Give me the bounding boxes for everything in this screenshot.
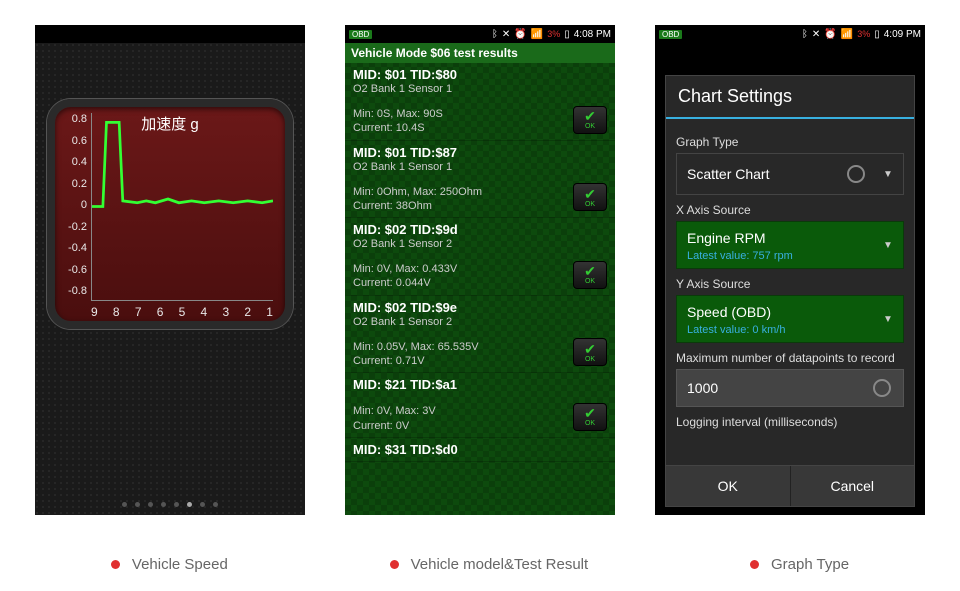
test-results-screen: Vehicle Mode $06 test results MID: $01 T…	[345, 43, 615, 515]
status-bar: OBD ᛒ ✕ ⏰ 📶 3% ▯ 4:09 PM	[655, 25, 925, 43]
x-axis-latest: Latest value: 757 rpm	[687, 250, 863, 262]
test-description: O2 Bank 1 Sensor 2	[353, 238, 607, 250]
graph-type-value: Scatter Chart	[677, 154, 847, 194]
dialog-title: Chart Settings	[666, 76, 914, 119]
y-axis-latest: Latest value: 0 km/h	[687, 324, 863, 336]
x-axis-label: X Axis Source	[676, 203, 904, 217]
chart-screen: 加速度 g 0.80.60.40.20-0.2-0.4-0.6-0.8 9876…	[35, 43, 305, 515]
ok-status-button[interactable]: ✔OK	[573, 261, 607, 289]
check-icon: ✔	[584, 342, 596, 356]
test-result-item[interactable]: MID: $31 TID:$d0	[345, 438, 615, 462]
graph-type-label: Graph Type	[676, 135, 904, 149]
chevron-down-icon: ▼	[873, 169, 903, 180]
page-indicator[interactable]	[122, 502, 218, 507]
bluetooth-icon: ᛒ	[802, 29, 808, 40]
alarm-icon: ⏰	[824, 29, 836, 40]
status-bar: OBD ᛒ ✕ ⏰ 📶 3% ▯ 4:08 PM	[345, 25, 615, 43]
bullet-icon	[111, 560, 120, 569]
test-result-item[interactable]: MID: $21 TID:$a1 Min: 0V, Max: 3VCurrent:…	[345, 373, 615, 438]
test-result-item[interactable]: MID: $01 TID:$87O2 Bank 1 Sensor 1 Min: 0…	[345, 141, 615, 219]
check-icon: ✔	[584, 187, 596, 201]
test-description: O2 Bank 1 Sensor 1	[353, 161, 607, 173]
max-datapoints-value: 1000	[677, 370, 873, 406]
test-mid-tid: MID: $01 TID:$87	[353, 145, 607, 160]
x-axis-select[interactable]: Engine RPM Latest value: 757 rpm ▼	[676, 221, 904, 269]
phone-chart-settings: OBD ᛒ ✕ ⏰ 📶 3% ▯ 4:09 PM Chart Settings …	[655, 25, 925, 515]
x-axis-value: Engine RPM	[687, 230, 863, 246]
test-mid-tid: MID: $21 TID:$a1	[353, 377, 607, 392]
chart-settings-dialog: Chart Settings Graph Type Scatter Chart …	[665, 75, 915, 507]
test-result-item[interactable]: MID: $02 TID:$9dO2 Bank 1 Sensor 2 Min: 0…	[345, 218, 615, 296]
y-axis-labels: 0.80.60.40.20-0.2-0.4-0.6-0.8	[63, 109, 87, 301]
test-description: O2 Bank 1 Sensor 2	[353, 316, 607, 328]
graph-type-select[interactable]: Scatter Chart ▼	[676, 153, 904, 195]
obd-badge-icon: OBD	[659, 30, 682, 39]
test-result-item[interactable]: MID: $02 TID:$9eO2 Bank 1 Sensor 2 Min: 0…	[345, 296, 615, 374]
test-mid-tid: MID: $01 TID:$80	[353, 67, 607, 82]
logging-interval-label: Logging interval (milliseconds)	[676, 415, 904, 429]
chevron-down-icon: ▼	[873, 314, 903, 325]
y-axis-value: Speed (OBD)	[687, 304, 863, 320]
ok-status-button[interactable]: ✔OK	[573, 403, 607, 431]
acceleration-chart-panel: 加速度 g 0.80.60.40.20-0.2-0.4-0.6-0.8 9876…	[47, 99, 293, 329]
bullet-icon	[390, 560, 399, 569]
test-values: Min: 0V, Max: 3VCurrent: 0V	[353, 404, 607, 433]
ok-status-button[interactable]: ✔OK	[573, 183, 607, 211]
chart-plot-area	[91, 113, 273, 301]
check-icon: ✔	[584, 406, 596, 420]
battery-icon: ▯	[564, 29, 570, 40]
test-mid-tid: MID: $02 TID:$9d	[353, 222, 607, 237]
obd-badge-icon: OBD	[349, 30, 372, 39]
test-description: O2 Bank 1 Sensor 1	[353, 83, 607, 95]
y-axis-label: Y Axis Source	[676, 277, 904, 291]
mute-icon: ✕	[502, 29, 510, 40]
mute-icon: ✕	[812, 29, 820, 40]
radio-icon	[847, 165, 865, 183]
test-values: Min: 0.05V, Max: 65.535VCurrent: 0.71V	[353, 340, 607, 369]
test-values: Min: 0Ohm, Max: 250OhmCurrent: 38Ohm	[353, 185, 607, 214]
max-datapoints-label: Maximum number of datapoints to record	[676, 351, 904, 365]
check-icon: ✔	[584, 264, 596, 278]
status-time: 4:09 PM	[884, 29, 921, 40]
settings-screen: Chart Settings Graph Type Scatter Chart …	[655, 43, 925, 515]
bullet-icon	[750, 560, 759, 569]
status-bar	[35, 25, 305, 43]
battery-percent: 3%	[857, 29, 870, 39]
test-result-item[interactable]: MID: $01 TID:$80O2 Bank 1 Sensor 1 Min: 0…	[345, 63, 615, 141]
status-time: 4:08 PM	[574, 29, 611, 40]
signal-icon: 📶	[841, 29, 853, 40]
phone-vehicle-speed: 加速度 g 0.80.60.40.20-0.2-0.4-0.6-0.8 9876…	[35, 25, 305, 515]
caption-vehicle-speed: Vehicle Speed	[111, 556, 228, 573]
caption-test-result: Vehicle model&Test Result	[390, 556, 589, 573]
check-icon: ✔	[584, 109, 596, 123]
caption-graph-type: Graph Type	[750, 556, 849, 573]
signal-icon: 📶	[531, 29, 543, 40]
bluetooth-icon: ᛒ	[492, 29, 498, 40]
ok-status-button[interactable]: ✔OK	[573, 106, 607, 134]
test-values: Min: 0S, Max: 90SCurrent: 10.4S	[353, 107, 607, 136]
test-mid-tid: MID: $02 TID:$9e	[353, 300, 607, 315]
phone-test-results: OBD ᛒ ✕ ⏰ 📶 3% ▯ 4:08 PM Vehicle Mode $0…	[345, 25, 615, 515]
ok-button[interactable]: OK	[666, 466, 791, 506]
page-title: Vehicle Mode $06 test results	[345, 43, 615, 63]
test-values: Min: 0V, Max: 0.433VCurrent: 0.044V	[353, 262, 607, 291]
battery-percent: 3%	[547, 29, 560, 39]
cancel-button[interactable]: Cancel	[791, 466, 915, 506]
y-axis-select[interactable]: Speed (OBD) Latest value: 0 km/h ▼	[676, 295, 904, 343]
chevron-down-icon: ▼	[873, 240, 903, 251]
max-datapoints-input[interactable]: 1000	[676, 369, 904, 407]
x-axis-labels: 987654321	[91, 305, 273, 319]
test-mid-tid: MID: $31 TID:$d0	[353, 442, 607, 457]
radio-icon	[873, 379, 891, 397]
alarm-icon: ⏰	[514, 29, 526, 40]
battery-icon: ▯	[874, 29, 880, 40]
ok-status-button[interactable]: ✔OK	[573, 338, 607, 366]
